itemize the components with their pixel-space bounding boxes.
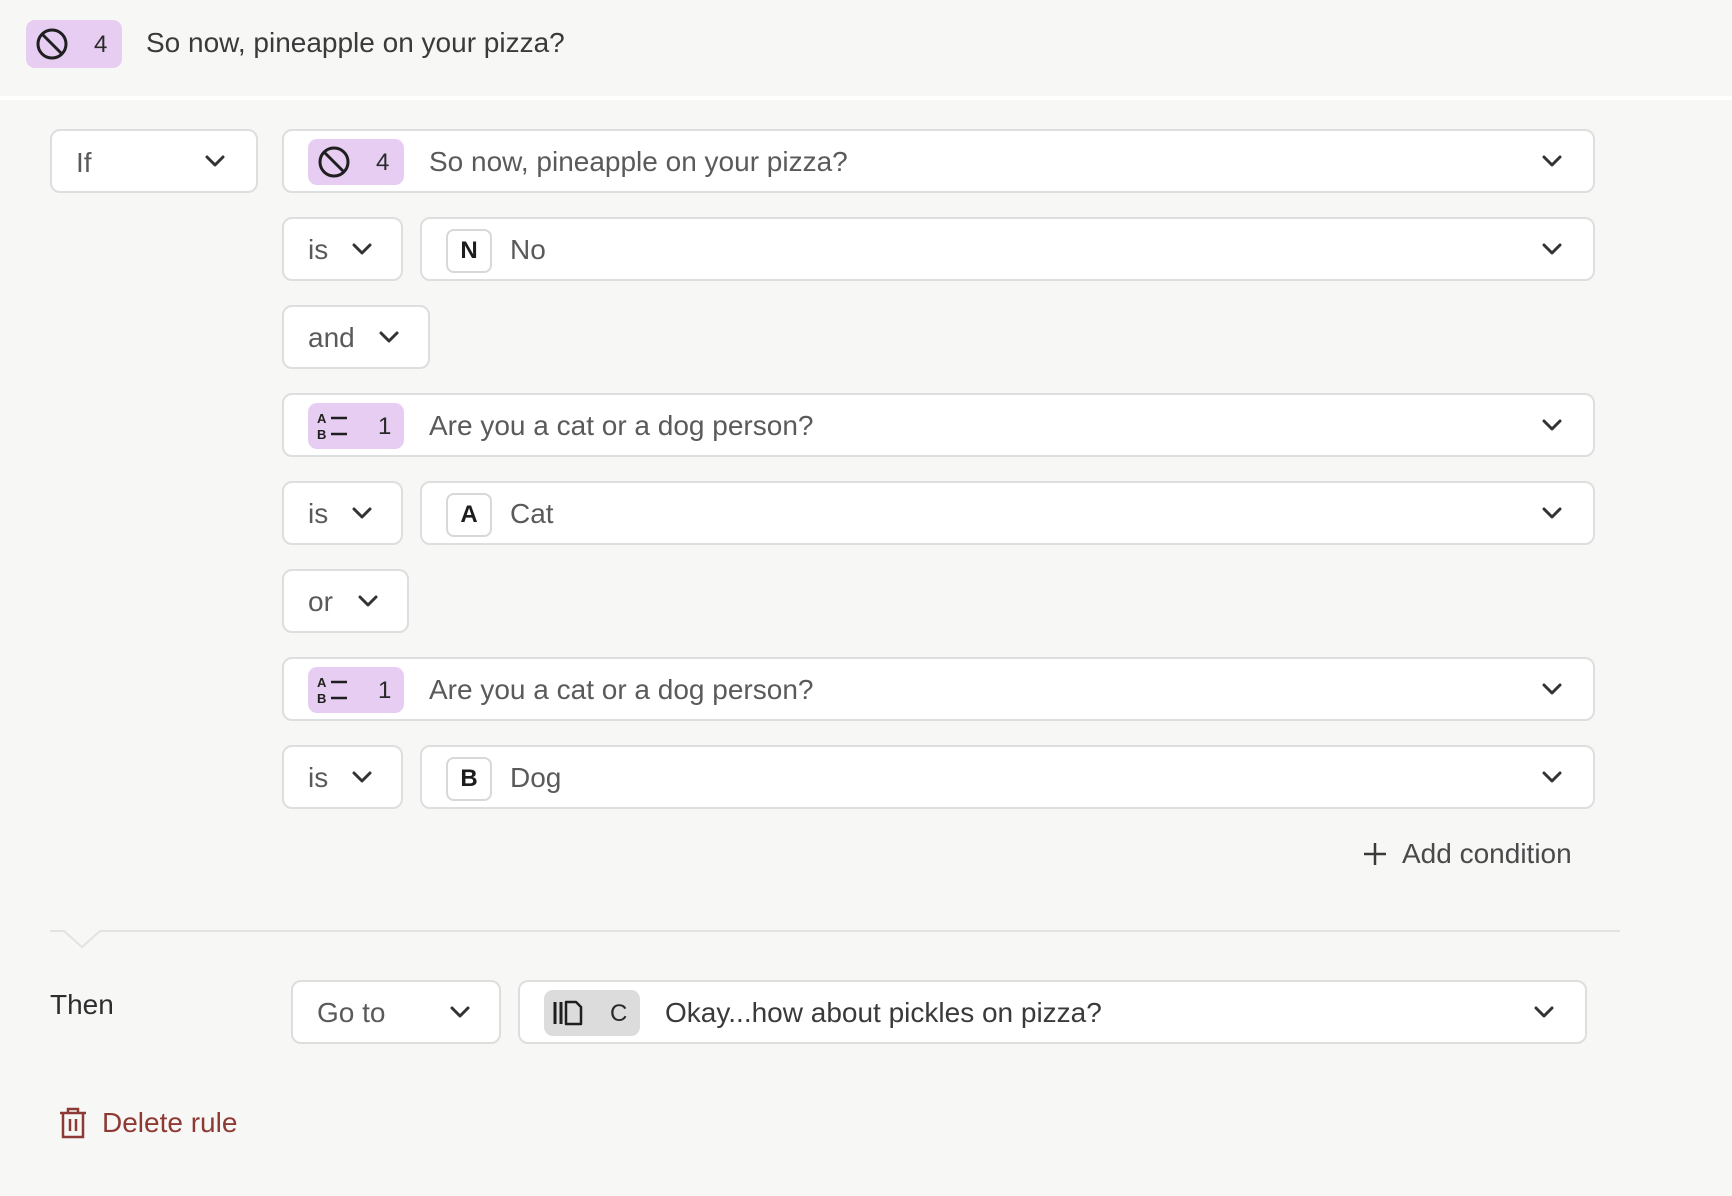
question-badge: AB 1 (308, 667, 404, 713)
target-question-text: Okay...how about pickles on pizza? (665, 997, 1102, 1028)
question-select[interactable]: 4 So now, pineapple on your pizza? (282, 129, 1595, 193)
answer-text: Dog (510, 762, 562, 793)
answer-select[interactable]: N No (420, 217, 1595, 281)
svg-text:B: B (317, 691, 326, 706)
page-title: So now, pineapple on your pizza? (146, 27, 565, 58)
chevron-down-icon (1542, 243, 1562, 255)
delete-rule-label: Delete rule (102, 1107, 238, 1138)
chevron-down-icon (352, 243, 372, 255)
chevron-down-icon (1542, 155, 1562, 167)
svg-text:A: A (317, 411, 327, 426)
operator-dropdown[interactable]: is (282, 217, 403, 281)
operator-label: is (308, 498, 329, 529)
add-condition-button[interactable]: Add condition (1362, 838, 1572, 870)
operator-dropdown[interactable]: is (282, 745, 403, 809)
divider (50, 930, 1620, 932)
operator-label: is (308, 762, 329, 793)
question-text: Are you a cat or a dog person? (429, 674, 814, 705)
answer-text: Cat (510, 498, 554, 529)
operator-label: is (308, 234, 329, 265)
chevron-down-icon (352, 771, 372, 783)
answer-select[interactable]: A Cat (420, 481, 1595, 545)
statement-icon (552, 997, 584, 1029)
question-text: Are you a cat or a dog person? (429, 410, 814, 441)
then-label: Then (50, 989, 114, 1020)
multiple-choice-icon: AB (316, 410, 350, 442)
answer-letter-badge: B (446, 757, 492, 801)
chevron-down-icon (1542, 683, 1562, 695)
svg-text:B: B (317, 427, 326, 442)
target-number: C (610, 1000, 628, 1027)
multiple-choice-icon: AB (316, 674, 350, 706)
target-badge: C (544, 990, 640, 1036)
action-label: Go to (317, 997, 386, 1028)
chevron-down-icon (1542, 419, 1562, 431)
connector-label: and (308, 322, 355, 353)
chevron-down-icon (379, 331, 399, 343)
delete-rule-button[interactable]: Delete rule (58, 1106, 237, 1140)
answer-letter-badge: A (446, 493, 492, 537)
chevron-down-icon (1542, 507, 1562, 519)
add-condition-label: Add condition (1402, 838, 1572, 869)
chevron-down-icon (1534, 1006, 1554, 1018)
no-symbol-icon (316, 144, 352, 180)
if-label: If (76, 147, 92, 178)
question-badge: AB 1 (308, 403, 404, 449)
if-dropdown[interactable]: If (50, 129, 258, 193)
question-number: 4 (94, 31, 108, 58)
question-number: 4 (376, 149, 390, 176)
plus-icon (1364, 843, 1386, 865)
answer-select[interactable]: B Dog (420, 745, 1595, 809)
question-select[interactable]: AB 1 Are you a cat or a dog person? (282, 657, 1595, 721)
question-header: 4 So now, pineapple on your pizza? (0, 0, 1732, 100)
divider-notch (64, 930, 100, 949)
connector-dropdown[interactable]: and (282, 305, 430, 369)
action-dropdown[interactable]: Go to (291, 980, 501, 1044)
operator-dropdown[interactable]: is (282, 481, 403, 545)
chevron-down-icon (205, 155, 225, 167)
question-badge: 4 (26, 20, 122, 68)
chevron-down-icon (450, 1006, 470, 1018)
answer-text: No (510, 234, 546, 265)
question-select[interactable]: AB 1 Are you a cat or a dog person? (282, 393, 1595, 457)
svg-text:A: A (317, 675, 327, 690)
chevron-down-icon (1542, 771, 1562, 783)
no-symbol-icon (34, 26, 70, 62)
connector-dropdown[interactable]: or (282, 569, 409, 633)
chevron-down-icon (358, 595, 378, 607)
connector-label: or (308, 586, 333, 617)
question-badge: 4 (308, 139, 404, 185)
question-text: So now, pineapple on your pizza? (429, 146, 848, 177)
chevron-down-icon (352, 507, 372, 519)
target-question-select[interactable]: C Okay...how about pickles on pizza? (518, 980, 1587, 1044)
question-number: 1 (378, 413, 392, 440)
trash-icon (60, 1107, 86, 1139)
question-number: 1 (378, 677, 392, 704)
answer-letter-badge: N (446, 229, 492, 273)
